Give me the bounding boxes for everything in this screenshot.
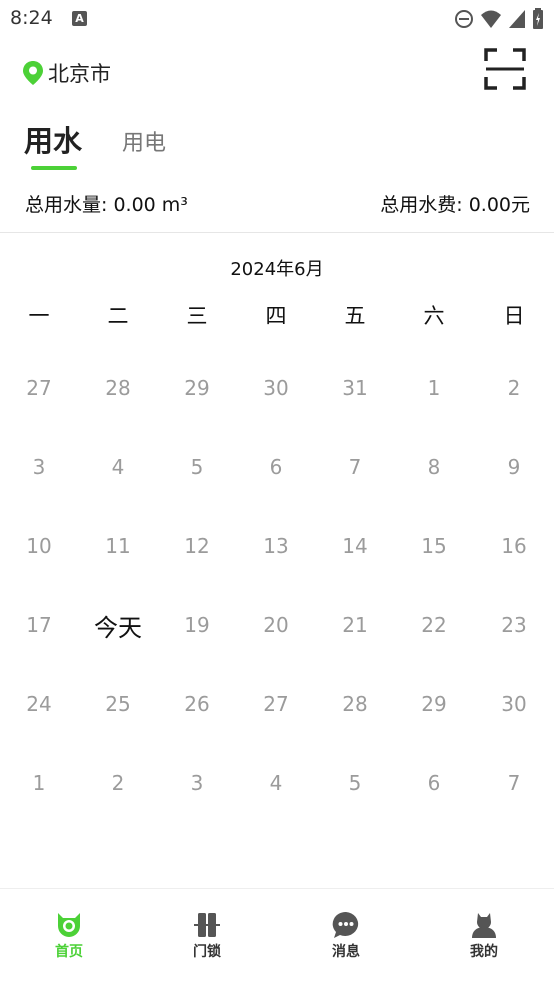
wifi-icon [481, 10, 501, 28]
nav-messages[interactable]: 消息 [306, 911, 386, 961]
calendar-day[interactable]: 7 [484, 753, 544, 813]
scan-icon[interactable] [484, 48, 526, 90]
calendar-day[interactable]: 15 [404, 516, 464, 576]
do-not-disturb-icon [455, 10, 473, 28]
calendar-day[interactable]: 30 [484, 674, 544, 734]
tab-water[interactable]: 用水 [24, 118, 82, 160]
calendar-day[interactable]: 13 [246, 516, 306, 576]
calendar-day[interactable]: 20 [246, 595, 306, 655]
calendar-day[interactable]: 2 [484, 358, 544, 418]
calendar-day[interactable]: 31 [325, 358, 385, 418]
calendar-day[interactable]: 11 [88, 516, 148, 576]
weekday-label: 三 [186, 304, 208, 328]
calendar-day[interactable]: 3 [167, 753, 227, 813]
calendar-day[interactable]: 29 [167, 358, 227, 418]
calendar-day[interactable]: 2 [88, 753, 148, 813]
calendar-day[interactable]: 10 [9, 516, 69, 576]
battery-icon [533, 8, 543, 29]
location-pin-icon [23, 61, 43, 85]
weekday-label: 五 [344, 304, 366, 328]
nav-label: 消息 [332, 944, 360, 960]
weekday-label: 二 [107, 304, 129, 328]
nav-profile[interactable]: 我的 [444, 911, 524, 961]
calendar-day[interactable]: 14 [325, 516, 385, 576]
calendar-day[interactable]: 9 [484, 437, 544, 497]
calendar-day[interactable]: 4 [88, 437, 148, 497]
usage-tabs: 用水 用电 [0, 118, 554, 178]
total-usage: 总用水量: 0.00 m³ [25, 194, 188, 216]
status-icons [454, 8, 544, 30]
location-label: 北京市 [48, 62, 111, 86]
message-icon [332, 911, 359, 938]
tab-electricity[interactable]: 用电 [122, 125, 166, 157]
calendar-day[interactable]: 4 [246, 753, 306, 813]
calendar-day[interactable]: 24 [9, 674, 69, 734]
signal-icon [509, 10, 525, 28]
nav-door-lock[interactable]: 门锁 [167, 911, 247, 961]
calendar-day[interactable]: 28 [88, 358, 148, 418]
calendar-day[interactable]: 27 [246, 674, 306, 734]
calendar-day[interactable]: 17 [9, 595, 69, 655]
calendar-day[interactable]: 6 [246, 437, 306, 497]
location-selector[interactable]: 北京市 [22, 58, 111, 88]
divider [0, 232, 554, 233]
weekday-label: 日 [503, 304, 525, 328]
calendar-day[interactable]: 6 [404, 753, 464, 813]
door-lock-icon [194, 913, 220, 937]
calendar-day[interactable]: 5 [325, 753, 385, 813]
profile-icon [472, 913, 496, 938]
calendar-day[interactable]: 22 [404, 595, 464, 655]
calendar-day[interactable]: 16 [484, 516, 544, 576]
calendar-day[interactable]: 5 [167, 437, 227, 497]
header: 北京市 [0, 48, 554, 98]
calendar-day[interactable]: 26 [167, 674, 227, 734]
weekday-label: 四 [265, 304, 287, 328]
calendar-day[interactable]: 28 [325, 674, 385, 734]
calendar-title: 2024年6月 [230, 259, 324, 280]
calendar-day[interactable]: 23 [484, 595, 544, 655]
bottom-nav: 首页 门锁 消息 我的 [0, 888, 554, 984]
calendar-day[interactable]: 21 [325, 595, 385, 655]
calendar-day[interactable]: 30 [246, 358, 306, 418]
calendar-day[interactable]: 25 [88, 674, 148, 734]
weekday-label: 六 [423, 304, 445, 328]
calendar-day[interactable]: 12 [167, 516, 227, 576]
calendar-day[interactable]: 3 [9, 437, 69, 497]
calendar-day[interactable]: 27 [9, 358, 69, 418]
active-tab-indicator [31, 166, 77, 170]
calendar-day[interactable]: 1 [9, 753, 69, 813]
usage-summary: 总用水量: 0.00 m³ 总用水费: 0.00元 [0, 190, 554, 218]
calendar-day[interactable]: 29 [404, 674, 464, 734]
weekday-label: 一 [28, 304, 50, 328]
nav-label: 门锁 [193, 944, 221, 960]
calendar-day[interactable]: 7 [325, 437, 385, 497]
calendar-day-today[interactable]: 今天 [88, 595, 148, 655]
total-fee: 总用水费: 0.00元 [380, 194, 530, 216]
calendar-day[interactable]: 8 [404, 437, 464, 497]
nav-label: 首页 [55, 944, 83, 960]
calendar-day[interactable]: 19 [167, 595, 227, 655]
calendar-day[interactable]: 1 [404, 358, 464, 418]
weekday-header: 一 二 三 四 五 六 日 [0, 300, 554, 330]
status-bar: 8:24 A [0, 0, 554, 38]
home-icon [58, 913, 80, 937]
nav-home[interactable]: 首页 [29, 911, 109, 961]
status-time: 8:24 [10, 7, 53, 29]
nav-label: 我的 [470, 944, 498, 960]
notification-icon: A [72, 11, 87, 26]
